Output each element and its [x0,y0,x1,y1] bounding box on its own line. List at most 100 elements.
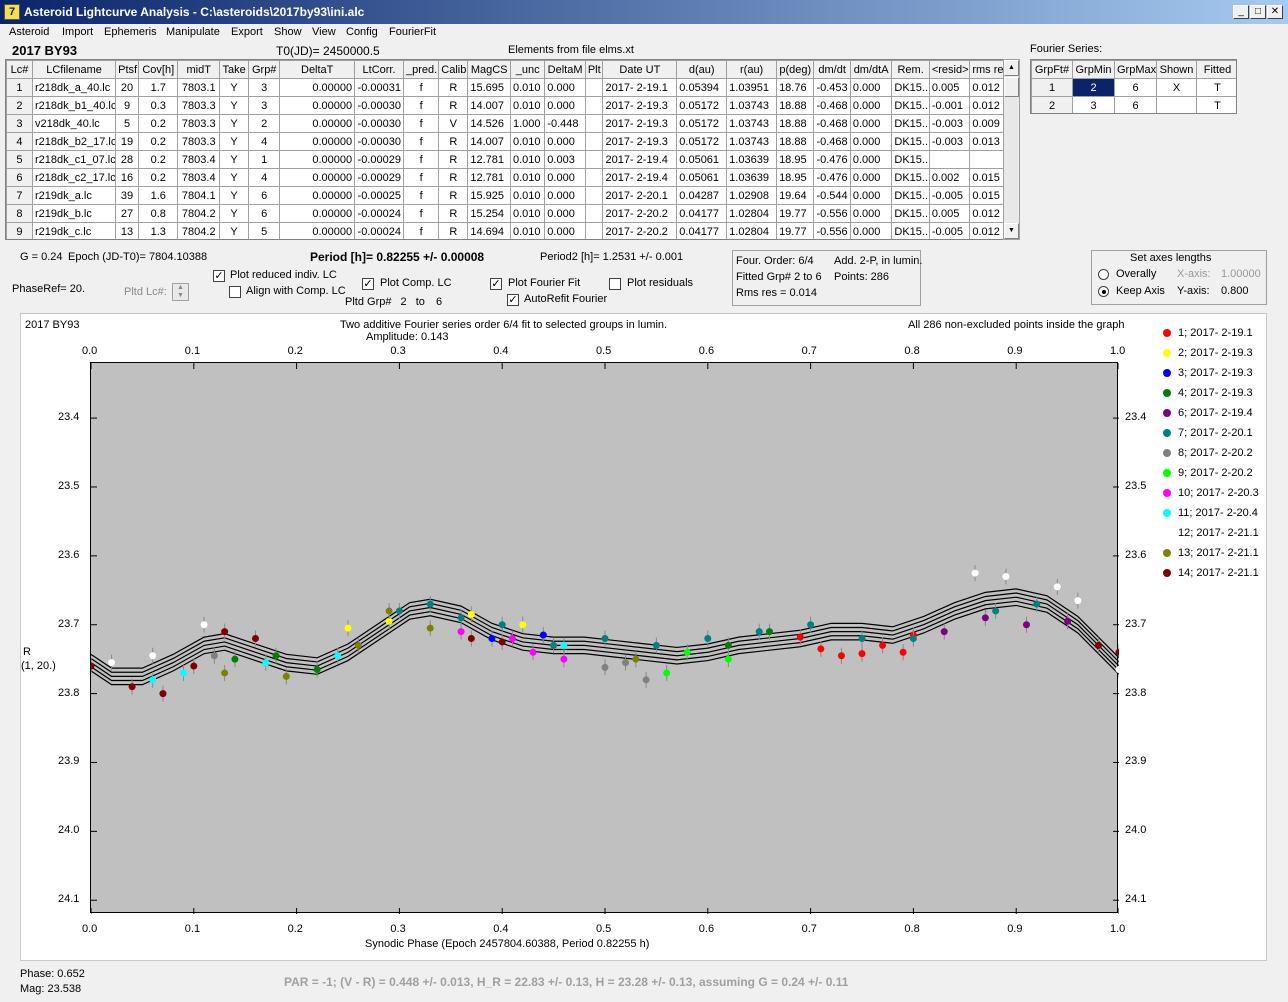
table-cell[interactable]: Y [219,150,250,169]
table-cell[interactable]: 0.05061 [676,150,728,169]
table-cell[interactable]: 0.00000 [279,222,356,239]
table-cell[interactable]: -0.00025 [354,186,404,205]
table-cell[interactable]: X [1156,78,1197,97]
table-cell[interactable]: f [402,186,440,205]
table-cell[interactable]: R [438,168,469,187]
table-cell[interactable]: 1 [248,150,281,169]
lc-column-header[interactable]: Rem. [891,60,930,79]
table-cell[interactable]: 7803.3 [177,132,221,151]
table-cell[interactable]: 1.6 [137,186,179,205]
table-cell[interactable]: 2 [1031,96,1073,113]
y-axis-value[interactable]: 0.800 [1221,285,1249,297]
table-cell[interactable]: 6 [248,204,281,223]
table-cell[interactable]: 18.88 [776,114,815,133]
lightcurve-table[interactable]: Lc# LCfilename Ptsf Cov[h] midT Take Grp# Delta… [5,59,1008,240]
table-row[interactable]: 4 r218dk_b2_17.lc 19 0.2 7803.3 Y 4 0.00000 -0.0… [6,132,1007,151]
table-cell[interactable]: 0.010 [509,186,546,205]
table-cell[interactable]: 18.88 [776,96,815,115]
table-cell[interactable]: 4 [248,168,281,187]
table-cell[interactable]: 1.03639 [726,168,778,187]
table-cell[interactable]: 0.3 [137,96,179,115]
lc-column-header[interactable]: _unc [509,60,546,79]
table-row[interactable]: 236 T [1031,96,1236,113]
table-cell[interactable]: DK15... [891,186,930,205]
table-cell[interactable]: 0.003 [544,150,586,169]
table-cell[interactable]: 28 [115,150,139,169]
table-cell[interactable]: 7803.1 [177,78,221,97]
table-cell[interactable]: 1.02804 [726,204,778,223]
minimize-button[interactable]: _ [1233,5,1249,19]
table-cell[interactable]: DK15... [891,168,930,187]
table-cell[interactable]: -0.453 [813,78,851,97]
lc-column-header[interactable]: r(au) [726,60,778,79]
table-row[interactable]: 2 r218dk_b1_40.lc 9 0.3 7803.3 Y 3 0.00000 -0.00… [6,96,1007,115]
table-cell[interactable]: DK15... [891,204,930,223]
table-cell[interactable]: 9 [115,96,139,115]
scroll-up-button[interactable]: ▲ [1004,60,1019,76]
table-cell[interactable]: 27 [115,204,139,223]
table-cell[interactable]: 15.254 [467,204,511,223]
table-row[interactable]: 1 r218dk_a_40.lc 20 1.7 7803.1 Y 3 0.00000 -0.00… [6,78,1007,97]
menu-asteroid[interactable]: Asteroid [9,26,49,38]
menu-show[interactable]: Show [274,26,302,38]
table-cell[interactable]: 1.03639 [726,150,778,169]
table-cell[interactable]: 3 [248,96,281,115]
table-cell[interactable]: 7803.4 [177,150,221,169]
table-cell[interactable]: Y [219,78,250,97]
table-cell[interactable]: -0.468 [813,114,851,133]
table-cell[interactable]: DK15... [891,222,930,239]
table-cell[interactable]: 0.2 [137,150,179,169]
table-cell[interactable]: 1.03743 [726,114,778,133]
table-cell[interactable]: -0.001 [928,96,971,115]
table-cell[interactable]: -0.556 [813,222,851,239]
table-cell[interactable]: 2017- 2-20.1 [602,186,678,205]
table-cell[interactable]: 0.000 [849,114,893,133]
table-cell[interactable]: -0.556 [813,204,851,223]
table-cell[interactable]: 14.694 [467,222,511,239]
table-cell[interactable]: f [402,168,440,187]
table-cell[interactable]: f [402,78,440,97]
table-cell[interactable]: -0.476 [813,168,851,187]
table-cell[interactable]: DK15... [891,150,930,169]
table-cell[interactable]: 0.000 [849,96,893,115]
table-cell[interactable]: 5 [6,150,33,169]
table-cell[interactable]: Y [219,186,250,205]
table-cell[interactable] [928,150,971,169]
table-cell[interactable]: DK15... [891,114,930,133]
table-cell[interactable] [584,78,604,97]
table-row[interactable]: 3 v218dk_40.lc 5 0.2 7803.3 Y 2 0.00000 -0.00030… [6,114,1007,133]
table-cell[interactable]: 0.010 [509,204,546,223]
table-cell[interactable]: 0.00000 [279,186,356,205]
table-cell[interactable]: 0.2 [137,168,179,187]
table-cell[interactable]: 18.95 [776,150,815,169]
table-cell[interactable]: -0.005 [928,222,971,239]
table-cell[interactable]: 2017- 2-19.3 [602,114,678,133]
table-cell[interactable]: 0.05172 [676,132,728,151]
table-cell[interactable]: 0.010 [509,222,546,239]
overally-radio[interactable] [1098,269,1109,280]
menu-fourierfit[interactable]: FourierFit [389,26,436,38]
table-cell[interactable]: 3 [248,78,281,97]
table-cell[interactable]: Y [219,114,250,133]
lc-column-header[interactable]: <resid> [928,60,971,79]
keep-axis-radio[interactable] [1098,286,1109,297]
menu-export[interactable]: Export [231,26,263,38]
lc-column-header[interactable]: MagCS [467,60,511,79]
plot-area[interactable] [90,362,1119,914]
table-cell[interactable]: 14.007 [467,96,511,115]
table-cell[interactable]: 18.88 [776,132,815,151]
table-cell[interactable] [584,150,604,169]
lc-column-header[interactable]: Plt [584,60,604,79]
table-cell[interactable]: 9 [6,222,33,239]
table-cell[interactable]: f [402,150,440,169]
table-cell[interactable]: R [438,186,469,205]
table-cell[interactable]: 2017- 2-20.2 [602,222,678,239]
table-cell[interactable]: 0.00000 [279,168,356,187]
table-cell[interactable]: 0.2 [137,132,179,151]
table-cell[interactable]: 0.010 [509,96,546,115]
table-cell[interactable]: -0.00030 [354,96,404,115]
plot-reduced-checkbox[interactable]: ✓ [213,270,225,282]
table-row[interactable]: 126XT [1031,78,1236,97]
table-row[interactable]: 5 r218dk_c1_07.lc 28 0.2 7803.4 Y 1 0.00000 -0.0… [6,150,1007,169]
close-button[interactable]: ✕ [1267,5,1283,19]
